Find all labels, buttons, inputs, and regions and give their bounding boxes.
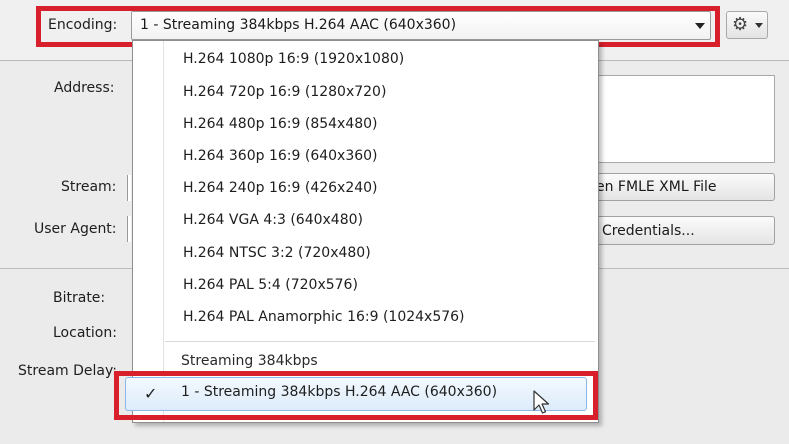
dropdown-option[interactable]: H.264 360p 16:9 (640x360) bbox=[183, 148, 378, 164]
dropdown-option[interactable]: H.264 720p 16:9 (1280x720) bbox=[183, 84, 386, 100]
encoding-dropdown-list[interactable]: H.264 1080p 16:9 (1920x1080) H.264 720p … bbox=[132, 40, 599, 423]
group-header: Streaming 384kbps bbox=[181, 353, 318, 369]
dropdown-option[interactable]: H.264 1080p 16:9 (1920x1080) bbox=[183, 51, 404, 67]
group-divider bbox=[165, 341, 595, 342]
highlight-selected-option-box bbox=[114, 371, 598, 420]
address-input[interactable] bbox=[585, 75, 775, 163]
stream-delay-label: Stream Delay: bbox=[18, 363, 117, 379]
dropdown-option[interactable]: H.264 PAL 5:4 (720x576) bbox=[183, 277, 358, 293]
address-label: Address: bbox=[54, 80, 115, 96]
gear-icon: ⚙ bbox=[732, 14, 749, 35]
stream-input[interactable] bbox=[127, 175, 131, 201]
user-agent-input[interactable] bbox=[127, 216, 131, 242]
user-agent-label: User Agent: bbox=[34, 221, 117, 237]
check-gutter bbox=[163, 41, 164, 422]
bitrate-label: Bitrate: bbox=[53, 290, 106, 306]
dropdown-option[interactable]: H.264 NTSC 3:2 (720x480) bbox=[183, 245, 371, 261]
dropdown-option[interactable]: H.264 480p 16:9 (854x480) bbox=[183, 116, 378, 132]
dropdown-option[interactable]: H.264 PAL Anamorphic 16:9 (1024x576) bbox=[183, 309, 465, 325]
set-credentials-button[interactable]: t Credentials... bbox=[585, 216, 775, 245]
open-fmle-xml-button[interactable]: en FMLE XML File bbox=[585, 173, 775, 201]
location-label: Location: bbox=[53, 325, 117, 341]
settings-menu-button[interactable]: ⚙ bbox=[726, 11, 768, 39]
stream-label: Stream: bbox=[61, 179, 117, 195]
dropdown-option[interactable]: H.264 240p 16:9 (426x240) bbox=[183, 180, 378, 196]
dropdown-option[interactable]: H.264 VGA 4:3 (640x480) bbox=[183, 212, 363, 228]
caret-down-icon bbox=[755, 23, 763, 28]
mouse-cursor-icon bbox=[533, 390, 550, 414]
